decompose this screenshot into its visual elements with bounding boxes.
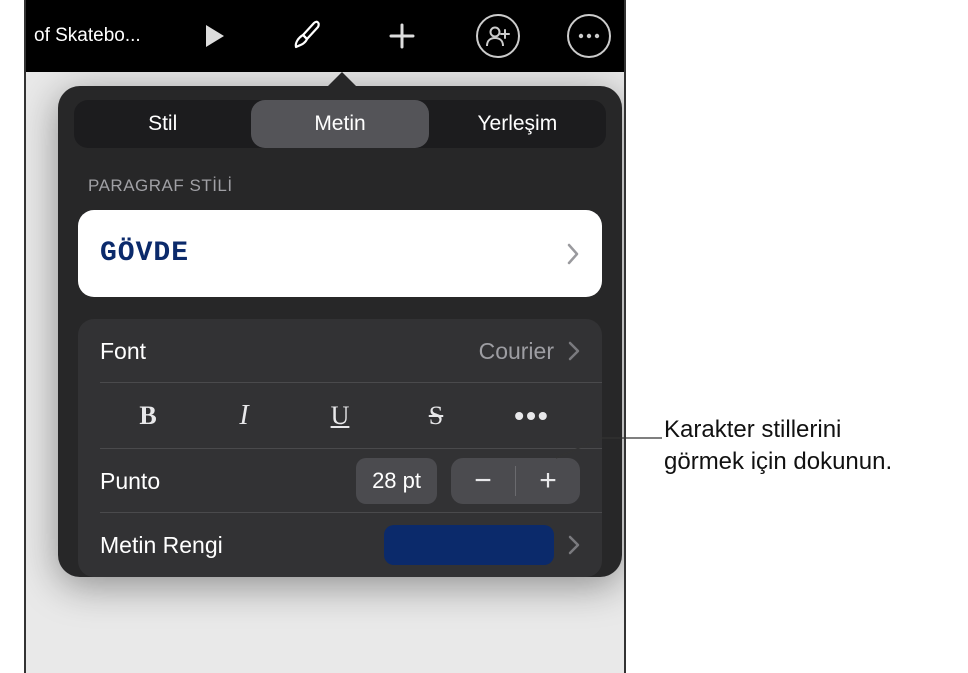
paragraph-style-label: PARAGRAF STİLİ (88, 176, 592, 196)
more-character-styles-button[interactable]: ••• (484, 393, 580, 439)
bold-button[interactable]: B (100, 393, 196, 439)
more-button[interactable] (562, 8, 616, 64)
font-label: Font (100, 338, 146, 365)
app-frame: of Skatebo... (24, 0, 626, 673)
callout-text: Karakter stillerini görmek için dokunun. (664, 414, 892, 479)
size-row: Punto 28 pt − + (78, 449, 602, 513)
callout-line-1: Karakter stillerini (664, 414, 892, 446)
collaborate-button[interactable] (472, 8, 526, 64)
tab-layout[interactable]: Yerleşim (429, 100, 606, 148)
size-value[interactable]: 28 pt (356, 458, 437, 504)
play-button[interactable] (188, 8, 242, 64)
text-color-label: Metin Rengi (100, 532, 223, 559)
chevron-right-icon (568, 341, 580, 361)
underline-button[interactable]: U (292, 393, 388, 439)
size-stepper: − + (451, 458, 580, 504)
ellipsis-icon (577, 32, 601, 40)
text-settings-card: Font Courier B I U S ••• Punto 28 pt (78, 319, 602, 577)
text-color-swatch[interactable] (384, 525, 554, 565)
format-popover: Stil Metin Yerleşim PARAGRAF STİLİ GÖVDE… (58, 86, 622, 577)
font-value: Courier (479, 338, 554, 365)
tab-style[interactable]: Stil (74, 100, 251, 148)
brush-icon (289, 19, 323, 53)
chevron-right-icon (568, 535, 580, 555)
paragraph-style-value: GÖVDE (100, 238, 189, 269)
callout-line-2: görmek için dokunun. (664, 446, 892, 478)
document-title[interactable]: of Skatebo... (34, 25, 178, 47)
size-decrease-button[interactable]: − (451, 458, 515, 504)
chevron-right-icon (566, 243, 580, 265)
character-style-row: B I U S ••• (78, 383, 602, 449)
size-increase-button[interactable]: + (516, 458, 580, 504)
paragraph-style-selector[interactable]: GÖVDE (78, 210, 602, 297)
text-color-row[interactable]: Metin Rengi (78, 513, 602, 577)
play-icon (204, 24, 226, 48)
add-button[interactable] (375, 8, 429, 64)
tab-text[interactable]: Metin (251, 100, 428, 148)
strikethrough-button[interactable]: S (388, 393, 484, 439)
plus-icon (387, 21, 417, 51)
format-brush-button[interactable] (279, 8, 333, 64)
italic-button[interactable]: I (196, 393, 292, 439)
person-plus-icon (485, 25, 511, 47)
size-label: Punto (100, 468, 160, 495)
font-row[interactable]: Font Courier (78, 319, 602, 383)
top-toolbar: of Skatebo... (26, 0, 624, 72)
format-tabs: Stil Metin Yerleşim (74, 100, 606, 148)
